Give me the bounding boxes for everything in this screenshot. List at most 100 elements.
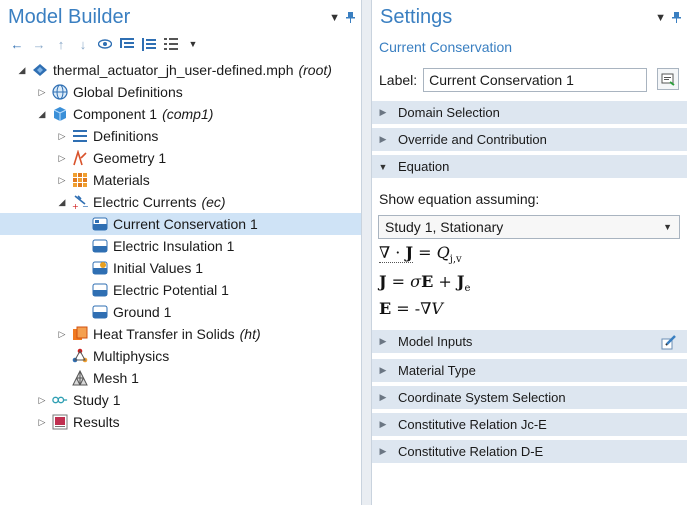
tree-item-electric-currents[interactable]: ◢ + − Electric Currents (ec) [0, 191, 361, 213]
mesh-icon [72, 370, 88, 386]
globe-icon [52, 84, 68, 100]
tree-item-label: Materials [93, 172, 150, 188]
collapsed-toggle-icon[interactable]: ▷ [36, 394, 48, 406]
section-model-inputs[interactable]: ▶ Model Inputs [372, 330, 687, 354]
pin-icon[interactable] [346, 12, 355, 26]
electric-insulation-icon [92, 238, 108, 254]
initial-values-icon [92, 260, 108, 276]
section-constitutive-relation-jc-e[interactable]: ▶ Constitutive Relation Jc-E [372, 413, 687, 437]
mph-file-icon [32, 62, 48, 78]
tree-item-electric-potential-1[interactable]: Electric Potential 1 [0, 279, 361, 301]
reset-label-icon [661, 73, 675, 86]
expanded-toggle-icon[interactable]: ◢ [36, 108, 48, 120]
electric-potential-icon [92, 282, 108, 298]
section-domain-selection[interactable]: ▶ Domain Selection [372, 101, 687, 125]
collapsed-toggle-icon[interactable]: ▷ [56, 130, 68, 142]
back-arrow-icon[interactable]: ← [8, 35, 26, 53]
settings-window-controls: ▼ [655, 12, 681, 26]
tree-item-heat-transfer-in-solids[interactable]: ▷ Heat Transfer in Solids (ht) [0, 323, 361, 345]
tree-item-label: Ground 1 [113, 304, 172, 320]
show-icon[interactable] [96, 35, 114, 53]
settings-panel: Settings ▼ Current Conservation Label: ▶… [371, 0, 687, 505]
tree-item-component-1[interactable]: ◢ Component 1 (comp1) [0, 103, 361, 125]
collapsed-toggle-icon[interactable]: ▷ [56, 328, 68, 340]
tree-item-label: thermal_actuator_jh_user-defined.mph [53, 62, 294, 78]
study-select-value: Study 1, Stationary [385, 219, 504, 235]
model-tree: ◢ thermal_actuator_jh_user-defined.mph (ro… [0, 59, 361, 433]
study-select[interactable]: Study 1, Stationary ▼ [378, 215, 680, 239]
section-constitutive-relation-d-e[interactable]: ▶ Constitutive Relation D-E [372, 440, 687, 464]
move-up-icon[interactable]: ↑ [52, 35, 70, 53]
tree-item-label: Electric Currents [93, 194, 197, 210]
model-builder-panel: Model Builder ▼ ← → ↑ ↓ ▼ ◢ thermal_actua… [0, 0, 362, 505]
tree-item-thermal-actuator-jh-user-defined-mph[interactable]: ◢ thermal_actuator_jh_user-defined.mph (ro… [0, 59, 361, 81]
tree-item-label: Geometry 1 [93, 150, 167, 166]
model-builder-title: Model Builder [8, 6, 131, 28]
component-icon [52, 106, 68, 122]
tree-item-definitions[interactable]: ▷ Definitions [0, 125, 361, 147]
tree-item-tag: (ec) [201, 194, 226, 210]
collapsed-toggle-icon[interactable]: ▷ [36, 86, 48, 98]
equation-line-3: E = -∇V [379, 299, 443, 318]
collapse-all-icon[interactable] [118, 35, 136, 53]
collapsed-arrow-icon: ▶ [379, 134, 387, 144]
section-equation[interactable]: ▼ Equation [372, 155, 687, 179]
tree-item-multiphysics[interactable]: Multiphysics [0, 345, 361, 367]
toolbar-dropdown-icon[interactable]: ▼ [184, 35, 202, 53]
tree-item-label: Multiphysics [93, 348, 170, 364]
collapsed-toggle-icon[interactable]: ▷ [56, 174, 68, 186]
reset-label-button[interactable] [657, 68, 679, 90]
materials-icon [72, 172, 88, 188]
forward-arrow-icon[interactable]: → [30, 35, 48, 53]
expanded-toggle-icon[interactable]: ◢ [56, 196, 68, 208]
collapsed-arrow-icon: ▶ [379, 419, 387, 429]
tree-item-label: Study 1 [73, 392, 121, 408]
collapsed-toggle-icon[interactable]: ▷ [36, 416, 48, 428]
section-override-and-contribution[interactable]: ▶ Override and Contribution [372, 128, 687, 152]
move-down-icon[interactable]: ↓ [74, 35, 92, 53]
tree-item-ground-1[interactable]: Ground 1 [0, 301, 361, 323]
section-material-type[interactable]: ▶ Material Type [372, 359, 687, 383]
electric-currents-icon: + − [72, 194, 88, 210]
tree-item-mesh-1[interactable]: Mesh 1 [0, 367, 361, 389]
tree-item-initial-values-1[interactable]: Initial Values 1 [0, 257, 361, 279]
dropdown-menu-icon[interactable]: ▼ [655, 12, 666, 26]
ground-icon [92, 304, 108, 320]
pin-icon[interactable] [672, 12, 681, 26]
expand-all-icon[interactable] [140, 35, 158, 53]
geometry-icon [72, 150, 88, 166]
tree-item-materials[interactable]: ▷ Materials [0, 169, 361, 191]
section-label: Override and Contribution [398, 132, 547, 147]
section-label: Equation [398, 159, 450, 174]
edit-model-inputs-icon[interactable] [661, 334, 677, 353]
label-input[interactable] [423, 68, 648, 92]
panel-splitter[interactable] [362, 0, 371, 505]
tree-item-global-definitions[interactable]: ▷ Global Definitions [0, 81, 361, 103]
section-label: Domain Selection [398, 105, 500, 120]
expanded-toggle-icon[interactable]: ◢ [16, 64, 28, 76]
section-coordinate-system-selection[interactable]: ▶ Coordinate System Selection [372, 386, 687, 410]
section-label: Material Type [398, 363, 476, 378]
chevron-down-icon: ▼ [663, 222, 672, 232]
tree-item-tag: (comp1) [162, 106, 214, 122]
collapsed-toggle-icon[interactable]: ▷ [56, 152, 68, 164]
settings-subtitle: Current Conservation [379, 39, 513, 55]
tree-item-study-1[interactable]: ▷ Study 1 [0, 389, 361, 411]
expanded-arrow-icon: ▼ [378, 161, 388, 172]
list-options-icon[interactable] [162, 35, 180, 53]
tree-item-current-conservation-1[interactable]: Current Conservation 1 [0, 213, 361, 235]
tree-item-electric-insulation-1[interactable]: Electric Insulation 1 [0, 235, 361, 257]
dropdown-menu-icon[interactable]: ▼ [329, 12, 340, 26]
tree-item-results[interactable]: ▷ Results [0, 411, 361, 433]
tree-item-tag: (root) [298, 62, 332, 78]
tree-item-label: Component 1 [73, 106, 158, 122]
tree-item-geometry-1[interactable]: ▷ Geometry 1 [0, 147, 361, 169]
equation-line-1: ∇ · J = Qj,v [379, 243, 462, 266]
tree-item-label: Electric Potential 1 [113, 282, 229, 298]
